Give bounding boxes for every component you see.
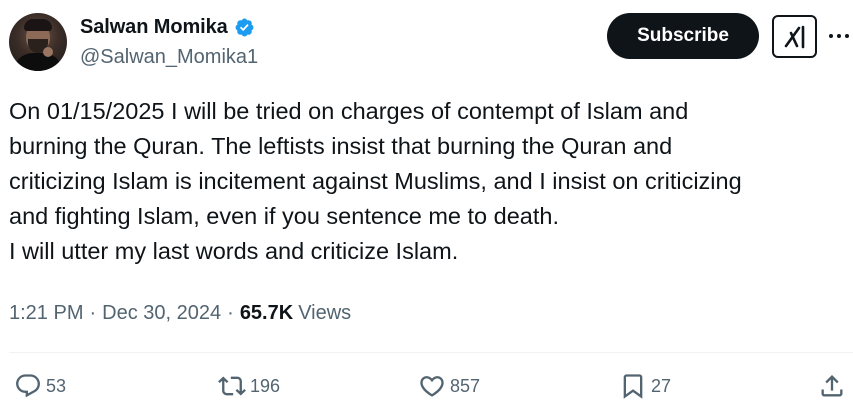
author-handle[interactable]: @Salwan_Momika1 (80, 46, 258, 69)
meta-separator: · (89, 302, 97, 324)
author-name-row[interactable]: Salwan Momika (80, 14, 255, 40)
bookmark-icon (623, 374, 643, 399)
reply-button[interactable]: 53 (14, 366, 66, 406)
reply-icon (16, 374, 40, 398)
tweet-header: Salwan Momika @Salwan_Momika1 Subscribe (0, 0, 853, 80)
share-icon (821, 375, 843, 397)
share-button[interactable] (818, 366, 846, 406)
author-avatar[interactable] (9, 13, 67, 71)
like-count: 857 (450, 375, 481, 396)
heart-icon (420, 376, 444, 397)
grok-icon (784, 25, 804, 48)
tweet-date[interactable]: Dec 30, 2024 (102, 302, 221, 325)
more-options-icon (829, 34, 849, 38)
meta-separator: · (227, 302, 234, 324)
grok-button[interactable] (772, 15, 817, 58)
bookmark-count: 27 (651, 375, 672, 396)
repost-button[interactable]: 196 (218, 366, 280, 406)
bookmark-button[interactable]: 27 (619, 366, 671, 406)
action-bar: 53 196 857 27 (0, 366, 853, 406)
tweet-text: On 01/15/2025 I will be tried on charges… (9, 98, 742, 264)
reply-count: 53 (46, 375, 67, 396)
more-options-button[interactable] (828, 22, 850, 50)
repost-icon (218, 376, 246, 396)
subscribe-button[interactable]: Subscribe (607, 13, 759, 59)
author-display-name[interactable]: Salwan Momika (80, 16, 228, 39)
views-label: Views (298, 302, 352, 324)
verified-badge-icon[interactable] (234, 17, 255, 38)
repost-count: 196 (250, 375, 281, 396)
views-count: 65.7K (239, 302, 294, 324)
like-button[interactable]: 857 (418, 366, 480, 406)
tweet-time[interactable]: 1:21 PM (9, 302, 83, 325)
divider (9, 352, 853, 353)
tweet-meta: 1:21 PM · Dec 30, 2024 · 65.7K Views (9, 302, 351, 325)
